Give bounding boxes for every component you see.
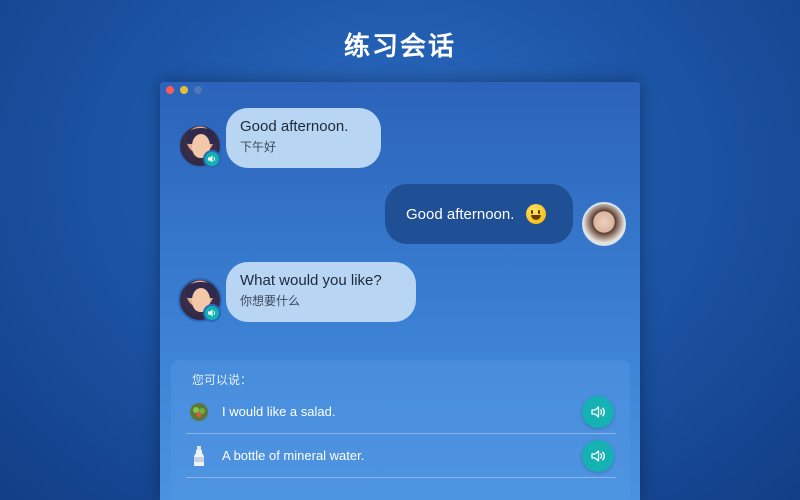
suggestions-title: 您可以说：	[192, 373, 253, 387]
smiley-emoji-icon	[526, 204, 547, 224]
suggestion-option[interactable]: A bottle of mineral water.	[186, 434, 616, 478]
speaker-icon[interactable]	[203, 304, 221, 322]
play-audio-button[interactable]	[582, 439, 614, 472]
page-headline: 练习会话	[343, 32, 456, 62]
user-avatar	[582, 202, 626, 246]
message-text: Good afternoon.	[406, 205, 515, 223]
suggestion-option[interactable]: I would like a salad.	[186, 390, 616, 434]
message-bubble: What would you like? 你想要什么	[226, 262, 416, 322]
close-window-button[interactable]	[166, 86, 174, 94]
suggestion-text: A bottle of mineral water.	[222, 448, 365, 463]
message-bubble: Good afternoon. 下午好	[226, 108, 381, 168]
message-text: What would you like?	[240, 272, 382, 289]
window-controls	[166, 86, 202, 94]
message-translation: 下午好	[240, 140, 277, 154]
zoom-window-button[interactable]	[194, 86, 202, 94]
message-text: Good afternoon.	[240, 118, 349, 135]
suggestion-text: I would like a salad.	[222, 404, 336, 419]
play-audio-button[interactable]	[582, 395, 614, 428]
bottle-icon	[188, 445, 210, 467]
suggestions-panel: 您可以说： I would like a salad. A bottle of …	[171, 360, 630, 500]
app-window: Good afternoon. 下午好 Good afternoon. What…	[160, 82, 640, 500]
user-message-bubble: Good afternoon.	[385, 184, 573, 244]
message-translation: 你想要什么	[240, 294, 301, 308]
minimize-window-button[interactable]	[180, 86, 188, 94]
speaker-icon[interactable]	[203, 150, 221, 168]
salad-icon	[188, 401, 210, 423]
